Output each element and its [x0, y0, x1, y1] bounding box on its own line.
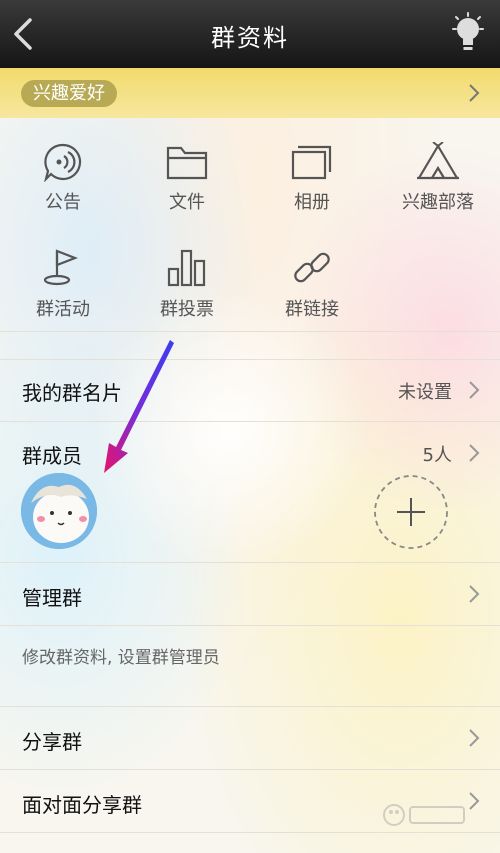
- chevron-right-icon: [469, 84, 480, 102]
- feature-label: 公告: [45, 192, 81, 213]
- divider: [0, 832, 500, 833]
- watermark-logo: [383, 804, 465, 826]
- title-bar: 群资料: [0, 0, 500, 68]
- link-icon: [294, 252, 330, 283]
- avatar-image: [21, 473, 97, 549]
- flag-icon: [43, 249, 79, 286]
- annotation-arrow: [104, 340, 174, 473]
- feature-tribe[interactable]: 兴趣部落: [378, 142, 498, 214]
- folder-icon: [166, 146, 208, 180]
- lightbulb-icon[interactable]: [450, 12, 486, 56]
- share-group-row[interactable]: 分享群: [0, 707, 500, 769]
- divider: [0, 625, 500, 626]
- feature-label: 兴趣部落: [402, 192, 474, 213]
- row-label: 管理群: [22, 586, 82, 610]
- interest-tag: 兴趣爱好: [21, 80, 117, 107]
- my-group-card-row[interactable]: 我的群名片 未设置: [0, 360, 500, 420]
- feature-vote[interactable]: 群投票: [127, 247, 247, 321]
- row-label: 分享群: [22, 730, 82, 754]
- chevron-right-icon: [469, 729, 480, 747]
- interest-bar[interactable]: 兴趣爱好: [0, 68, 500, 118]
- feature-label: 群投票: [160, 299, 214, 320]
- member-count: 5人: [422, 445, 452, 466]
- tent-icon: [417, 142, 459, 180]
- feature-label: 文件: [169, 192, 205, 213]
- row-label: 群成员: [22, 444, 82, 468]
- announcement-icon: [44, 143, 82, 182]
- feature-album[interactable]: 相册: [252, 142, 372, 214]
- feature-link[interactable]: 群链接: [252, 247, 372, 321]
- chevron-right-icon: [469, 444, 480, 462]
- feature-activity[interactable]: 群活动: [3, 247, 123, 321]
- feature-label: 群活动: [36, 299, 90, 320]
- add-member-button[interactable]: [373, 474, 449, 550]
- feature-label: 群链接: [285, 299, 339, 320]
- divider: [0, 331, 500, 332]
- row-value: 未设置: [398, 382, 452, 403]
- feature-files[interactable]: 文件: [127, 142, 247, 214]
- chevron-right-icon: [469, 585, 480, 603]
- manage-hint: 修改群资料, 设置群管理员: [22, 648, 220, 668]
- page-title: 群资料: [211, 24, 289, 52]
- bar-chart-icon: [167, 249, 206, 287]
- feature-announcement[interactable]: 公告: [3, 142, 123, 214]
- avatar[interactable]: [21, 473, 97, 549]
- feature-label: 相册: [294, 192, 330, 213]
- album-icon: [291, 145, 332, 180]
- chevron-right-icon: [469, 381, 480, 399]
- row-label: 面对面分享群: [22, 793, 142, 817]
- manage-group-row[interactable]: 管理群: [0, 563, 500, 625]
